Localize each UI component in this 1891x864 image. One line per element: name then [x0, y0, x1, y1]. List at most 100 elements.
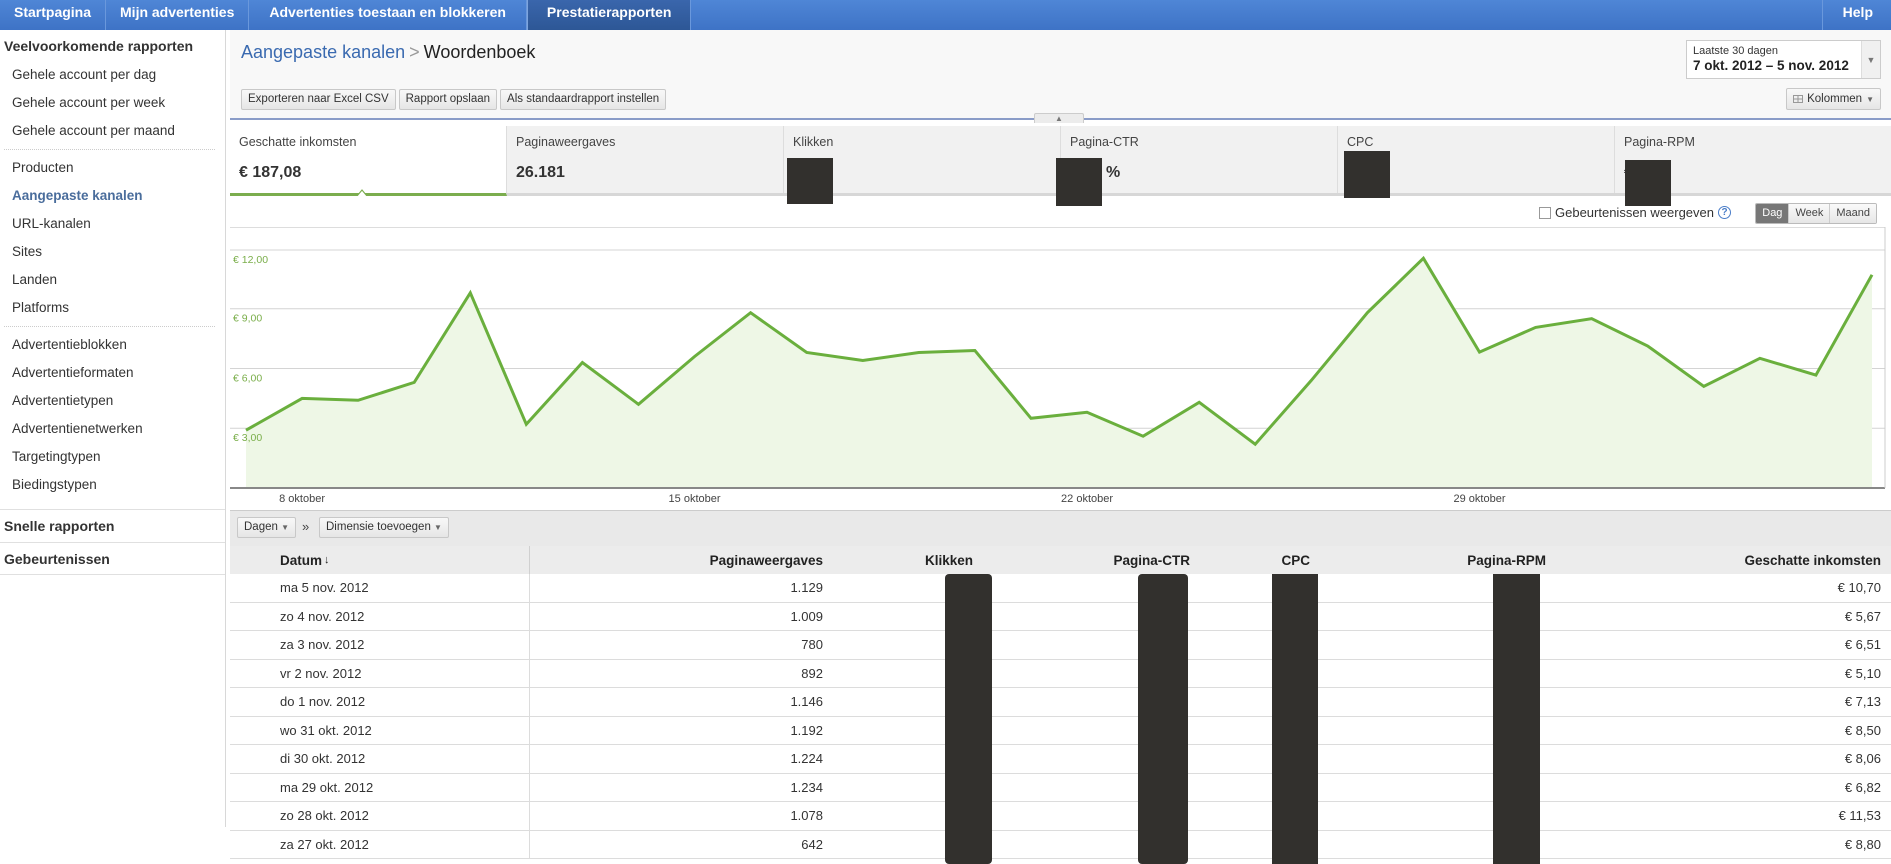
granularity-week[interactable]: Week — [1788, 204, 1830, 223]
sidebar-item-account-per-maand[interactable]: Gehele account per maand — [0, 117, 225, 145]
data-point[interactable] — [300, 396, 304, 400]
data-point[interactable] — [1141, 434, 1145, 438]
set-default-report-button[interactable]: Als standaardrapport instellen — [500, 89, 667, 110]
help-icon[interactable]: ? — [1718, 206, 1731, 219]
scorecards: Geschatte inkomsten € 187,08 Paginaweerg… — [230, 126, 1891, 206]
events-toggle: Gebeurtenissen weergeven ? — [1539, 205, 1731, 220]
scorecard-pageviews[interactable]: Paginaweergaves 26.181 — [507, 126, 784, 193]
granularity-day[interactable]: Dag — [1756, 204, 1789, 223]
data-point[interactable] — [917, 351, 921, 355]
data-point[interactable] — [1365, 311, 1369, 315]
column-header-clicks[interactable]: Klikken — [823, 553, 973, 568]
report-header: Aangepaste kanalen > Woordenboek Exportere… — [230, 30, 1891, 123]
data-point[interactable] — [1870, 273, 1874, 277]
scorecard-income[interactable]: Geschatte inkomsten € 187,08 — [230, 126, 507, 196]
scorecard-value: € 187,08 — [239, 164, 302, 181]
data-point[interactable] — [1478, 350, 1482, 354]
sidebar-divider — [4, 326, 215, 327]
events-checkbox[interactable] — [1539, 206, 1551, 219]
date-range-picker[interactable]: Laatste 30 dagen 7 okt. 2012 – 5 nov. 20… — [1686, 40, 1881, 79]
data-point[interactable] — [1814, 373, 1818, 377]
income-area-fill — [246, 258, 1872, 488]
scorecard-page-rpm[interactable]: Pagina-RPM € — [1615, 126, 1891, 206]
data-point[interactable] — [693, 355, 697, 359]
data-point[interactable] — [1534, 325, 1538, 329]
data-point[interactable] — [1421, 256, 1425, 260]
sidebar-item-advertentietypen[interactable]: Advertentietypen — [0, 387, 225, 415]
cell-date: ma 5 nov. 2012 — [230, 574, 530, 602]
scorecard-clicks[interactable]: Klikken — [784, 126, 1061, 204]
cell-date: za 3 nov. 2012 — [230, 631, 530, 659]
cell-pageviews: 780 — [801, 637, 823, 653]
breadcrumb-separator: > — [409, 42, 420, 62]
dimension-bar: Dagen ▼ » Dimensie toevoegen ▼ — [230, 510, 1891, 546]
date-range-label: Laatste 30 dagen — [1693, 45, 1779, 57]
data-point[interactable] — [1702, 384, 1706, 388]
sidebar-item-producten[interactable]: Producten — [0, 154, 225, 182]
data-point[interactable] — [412, 380, 416, 384]
sidebar-item-account-per-week[interactable]: Gehele account per week — [0, 89, 225, 117]
scorecard-cpc[interactable]: CPC € — [1338, 126, 1615, 198]
granularity-toggle: Dag Week Maand — [1755, 203, 1877, 224]
data-point[interactable] — [1029, 416, 1033, 420]
data-point[interactable] — [356, 398, 360, 402]
sidebar-item-advertentienetwerken[interactable]: Advertentienetwerken — [0, 415, 225, 443]
sidebar-item-advertentieblokken[interactable]: Advertentieblokken — [0, 331, 225, 359]
data-point[interactable] — [580, 361, 584, 365]
cell-income: € 7,13 — [1844, 694, 1881, 710]
add-dimension-button[interactable]: Dimensie toevoegen ▼ — [319, 517, 449, 538]
column-header-cpc[interactable]: CPC — [1190, 553, 1310, 568]
nav-help-link[interactable]: Help — [1821, 0, 1891, 30]
sidebar-item-biedingstypen[interactable]: Biedingstypen — [0, 471, 225, 499]
data-point[interactable] — [1646, 344, 1650, 348]
chevron-down-icon[interactable]: ▼ — [1861, 41, 1880, 78]
sidebar-item-landen[interactable]: Landen — [0, 266, 225, 294]
data-point[interactable] — [861, 359, 865, 363]
sidebar-item-sites[interactable]: Sites — [0, 238, 225, 266]
column-header-page-ctr[interactable]: Pagina-CTR — [973, 553, 1190, 568]
data-point[interactable] — [973, 349, 977, 353]
export-csv-button[interactable]: Exporteren naar Excel CSV — [241, 89, 396, 110]
sidebar-item-platforms[interactable]: Platforms — [0, 294, 225, 322]
nav-tab-startpagina[interactable]: Startpagina — [0, 0, 107, 30]
nav-tab-prestatierapporten[interactable]: Prestatierapporten — [526, 0, 692, 30]
sidebar-events[interactable]: Gebeurtenissen — [0, 542, 225, 575]
nav-tab-mijn-advertenties[interactable]: Mijn advertenties — [106, 0, 250, 30]
days-dimension-button[interactable]: Dagen ▼ — [237, 517, 297, 538]
data-point[interactable] — [636, 402, 640, 406]
data-point[interactable] — [1085, 410, 1089, 414]
redaction-rpm-column — [1493, 574, 1540, 864]
granularity-month[interactable]: Maand — [1829, 204, 1876, 223]
data-point[interactable] — [749, 311, 753, 315]
cell-date: za 27 okt. 2012 — [230, 830, 530, 858]
sidebar-item-targetingtypen[interactable]: Targetingtypen — [0, 443, 225, 471]
sidebar-item-advertentieformaten[interactable]: Advertentieformaten — [0, 359, 225, 387]
data-point[interactable] — [1758, 356, 1762, 360]
data-point[interactable] — [805, 351, 809, 355]
columns-button[interactable]: Kolommen ▼ — [1786, 88, 1881, 110]
sort-descending-icon: ↓ — [324, 554, 330, 566]
sidebar-item-url-kanalen[interactable]: URL-kanalen — [0, 210, 225, 238]
sidebar-quick-reports[interactable]: Snelle rapporten — [0, 509, 225, 542]
sidebar-item-aangepaste-kanalen[interactable]: Aangepaste kanalen — [0, 182, 225, 210]
collapse-header-handle[interactable]: ▲ — [1034, 113, 1084, 123]
data-point[interactable] — [1253, 442, 1257, 446]
scorecard-page-ctr[interactable]: Pagina-CTR % — [1056, 126, 1338, 206]
nav-tab-advertenties-toestaan[interactable]: Advertenties toestaan en blokkeren — [249, 0, 527, 30]
data-point[interactable] — [1590, 317, 1594, 321]
sidebar-divider — [4, 149, 215, 150]
column-header-income[interactable]: Geschatte inkomsten — [1546, 553, 1891, 568]
data-point[interactable] — [1197, 400, 1201, 404]
sidebar-item-account-per-dag[interactable]: Gehele account per dag — [0, 61, 225, 89]
column-header-page-rpm[interactable]: Pagina-RPM — [1310, 553, 1546, 568]
breadcrumb-parent-link[interactable]: Aangepaste kanalen — [241, 42, 405, 62]
column-header-label: Datum — [280, 552, 323, 568]
data-point[interactable] — [468, 291, 472, 295]
column-header-pageviews[interactable]: Paginaweergaves — [530, 553, 823, 568]
table-row: za 3 nov. 2012 780 € 6,51 — [230, 631, 1891, 660]
data-point[interactable] — [1309, 378, 1313, 382]
column-header-date[interactable]: Datum ↓ — [230, 546, 530, 574]
save-report-button[interactable]: Rapport opslaan — [398, 89, 498, 110]
data-point[interactable] — [524, 422, 528, 426]
